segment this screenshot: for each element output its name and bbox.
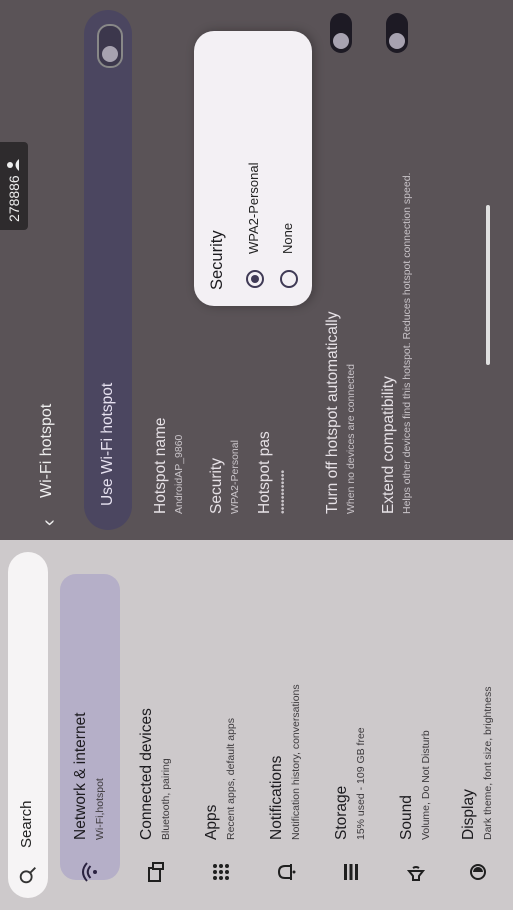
row-subtitle: •••••••••••• xyxy=(277,469,289,514)
status-chip: 278886 xyxy=(0,142,28,230)
sidebar-item-sound[interactable]: Sound Volume, Do Not Disturb xyxy=(390,540,446,910)
app-bar: ‹ Wi-Fi hotspot xyxy=(28,0,72,540)
option-none[interactable]: None xyxy=(274,40,304,290)
sidebar-item-subtitle: 15% used - 109 GB free xyxy=(355,727,367,840)
row-subtitle: AndroidAP_9860 xyxy=(173,434,185,514)
sidebar-item-title: Network & internet xyxy=(72,712,89,841)
storage-icon xyxy=(344,864,358,880)
back-arrow-icon[interactable]: ‹ xyxy=(38,506,60,526)
auto-off-toggle[interactable] xyxy=(330,13,352,53)
page-title: Wi-Fi hotspot xyxy=(38,403,55,498)
row-title: Security xyxy=(208,458,225,514)
bell-icon xyxy=(277,864,296,880)
option-label: None xyxy=(280,222,295,254)
settings-sidebar: Search Network & internet Wi-Fi,hotspot … xyxy=(0,540,513,910)
sidebar-item-title: Connected devices xyxy=(138,708,155,840)
hotspot-name-row[interactable]: Hotspot name AndroidAP_9860 xyxy=(146,0,196,540)
row-subtitle: Helps other devices find this hotspot. R… xyxy=(401,172,413,514)
sidebar-item-network[interactable]: Network & internet Wi-Fi,hotspot xyxy=(60,574,120,882)
security-dialog: Security WPA2-Personal None xyxy=(194,31,312,306)
sidebar-item-subtitle: Notification history, conversations xyxy=(290,684,302,840)
sidebar-item-subtitle: Dark theme, font size, brightness xyxy=(482,686,494,841)
sidebar-item-subtitle: Volume, Do Not Disturb xyxy=(420,730,432,840)
sidebar-item-storage[interactable]: Storage 15% used - 109 GB free xyxy=(325,540,381,910)
search-icon xyxy=(19,867,36,884)
row-subtitle: When no devices are connected xyxy=(345,363,357,514)
dialog-title: Security xyxy=(208,230,226,290)
sidebar-item-title: Display xyxy=(460,789,477,840)
apps-grid-icon xyxy=(213,864,229,880)
sidebar-item-notifications[interactable]: Notifications Notification history, conv… xyxy=(260,540,316,910)
option-wpa2-personal[interactable]: WPA2-Personal xyxy=(240,40,270,290)
row-title: Turn off hotspot automatically xyxy=(324,311,341,514)
speaker-icon xyxy=(406,866,426,881)
sidebar-item-title: Sound xyxy=(398,795,415,840)
sidebar-item-display[interactable]: Display Dark theme, font size, brightnes… xyxy=(452,540,508,910)
devices-icon xyxy=(148,862,164,882)
search-placeholder: Search xyxy=(18,800,35,848)
search-bar[interactable]: Search xyxy=(8,552,48,898)
sidebar-item-subtitle: Recent apps, default apps xyxy=(225,717,237,840)
brightness-icon xyxy=(470,864,486,880)
radio-selected-icon[interactable] xyxy=(246,270,264,288)
extend-compatibility-toggle[interactable] xyxy=(386,13,408,53)
person-icon xyxy=(7,159,19,171)
sidebar-item-title: Apps xyxy=(203,804,220,840)
radio-unselected-icon[interactable] xyxy=(280,270,298,288)
status-time: 278886 xyxy=(6,175,22,222)
auto-off-row[interactable]: Turn off hotspot automatically When no d… xyxy=(318,0,368,540)
sidebar-item-title: Storage xyxy=(333,785,350,840)
sidebar-item-connected-devices[interactable]: Connected devices Bluetooth, pairing xyxy=(130,540,186,910)
row-subtitle: WPA2-Personal xyxy=(229,440,241,514)
sidebar-item-subtitle: Bluetooth, pairing xyxy=(160,758,172,840)
row-title: Hotspot pas xyxy=(256,431,273,514)
use-hotspot-toggle[interactable] xyxy=(97,24,123,68)
option-label: WPA2-Personal xyxy=(246,162,261,254)
wifi-icon xyxy=(82,862,97,882)
home-indicator[interactable] xyxy=(486,205,490,365)
sidebar-item-apps[interactable]: Apps Recent apps, default apps xyxy=(195,540,251,910)
use-hotspot-switch-row[interactable]: Use Wi-Fi hotspot xyxy=(84,10,132,530)
row-title: Hotspot name xyxy=(152,417,169,515)
sidebar-item-title: Notifications xyxy=(268,755,285,840)
extend-compatibility-row[interactable]: Extend compatibility Helps other devices… xyxy=(374,0,424,540)
row-title: Extend compatibility xyxy=(380,376,397,514)
use-hotspot-label: Use Wi-Fi hotspot xyxy=(99,382,116,506)
sidebar-item-subtitle: Wi-Fi,hotspot xyxy=(94,778,106,840)
screen: Search Network & internet Wi-Fi,hotspot … xyxy=(0,0,513,910)
